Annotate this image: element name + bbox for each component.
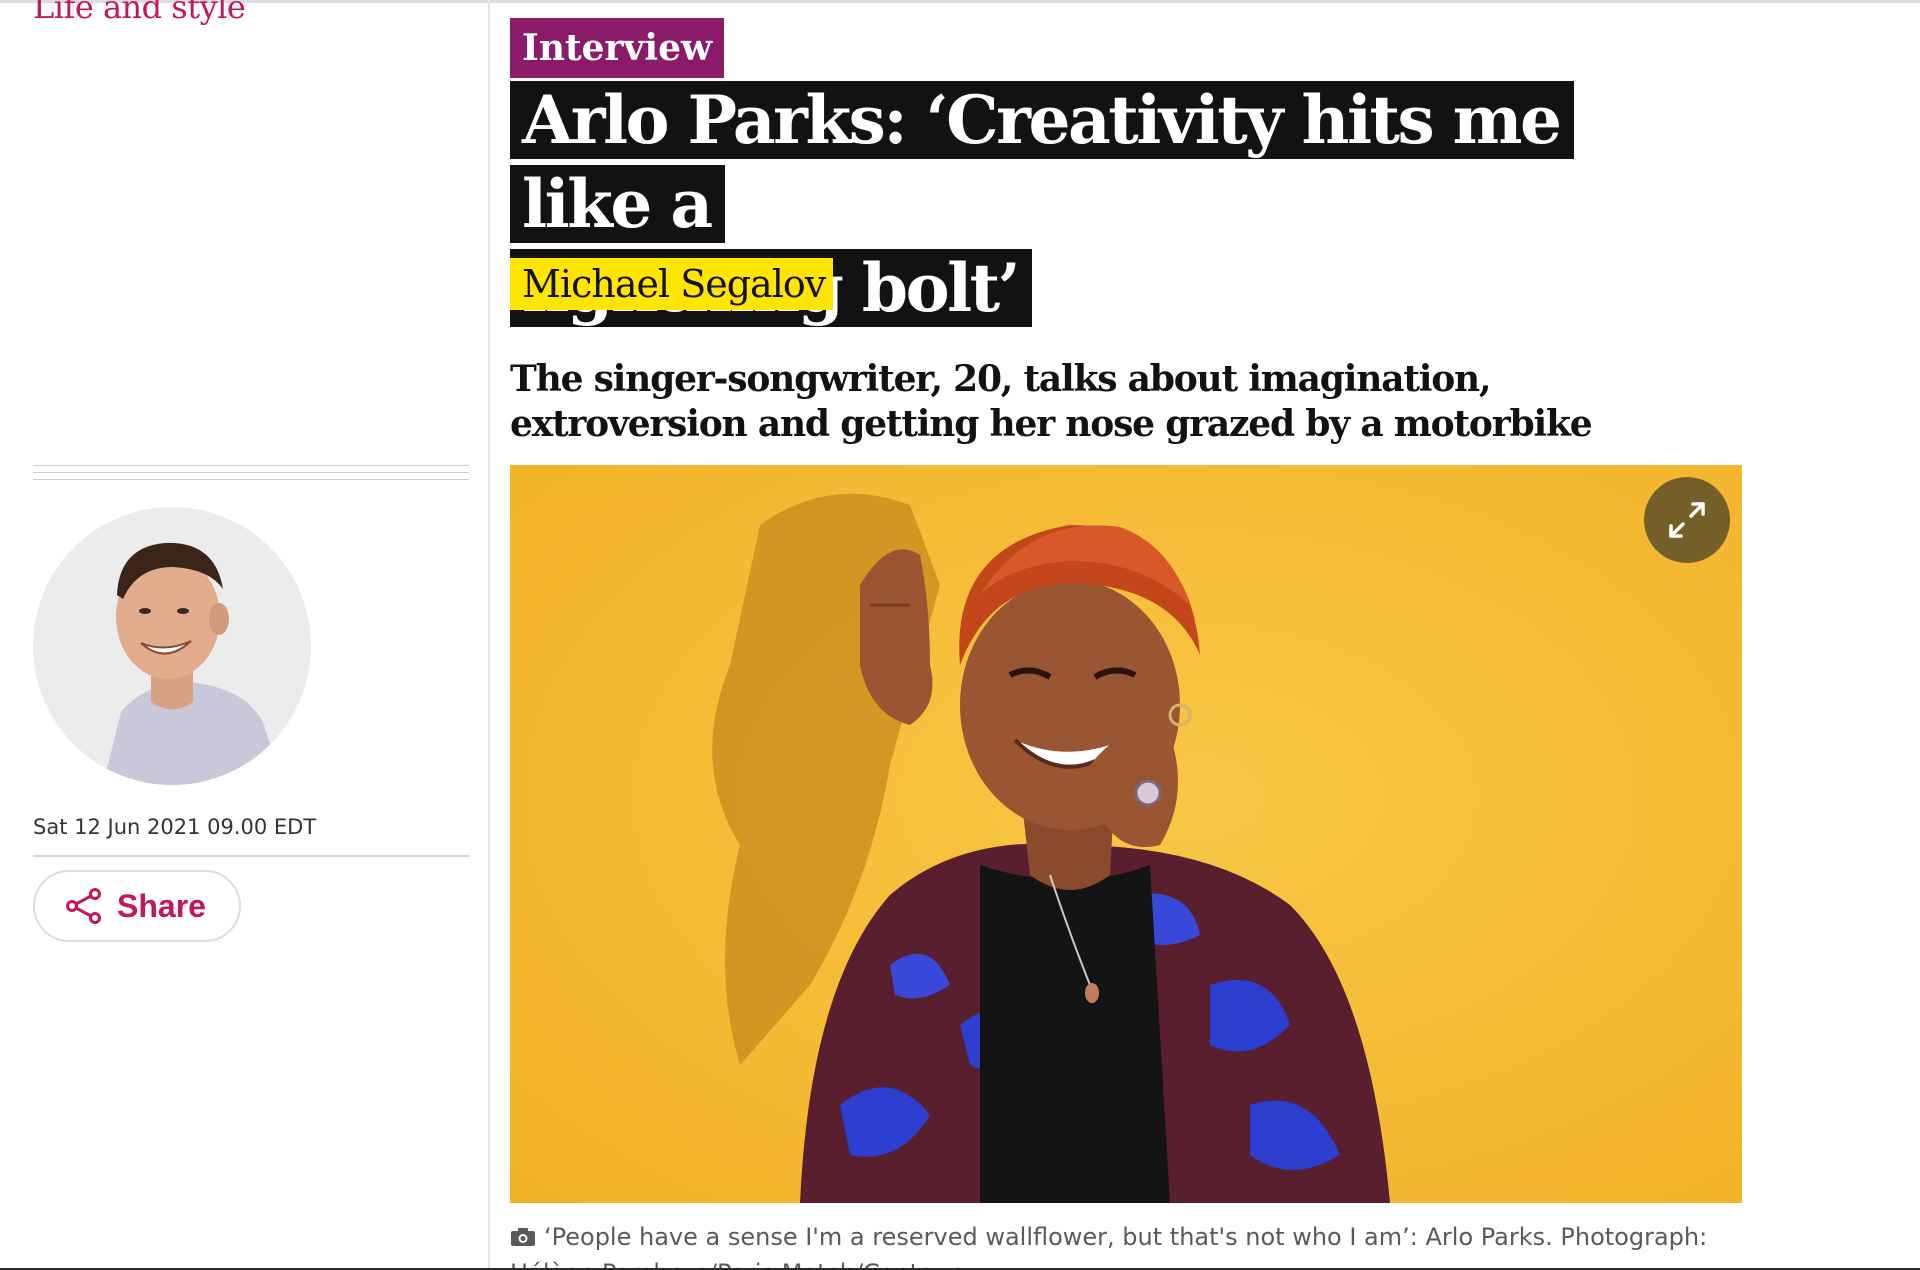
article-kicker: Interview: [510, 18, 725, 78]
author-avatar: [33, 507, 311, 785]
share-button[interactable]: Share: [33, 870, 241, 942]
standfirst-line-2: extroversion and getting her nose grazed…: [510, 403, 1593, 445]
top-border: [0, 0, 1920, 3]
column-divider: [488, 0, 490, 1270]
publication-date: Sat 12 Jun 2021 09.00 EDT: [33, 815, 317, 839]
section-link[interactable]: Life and style: [33, 0, 246, 26]
date-divider: [33, 855, 469, 857]
article-standfirst: The singer-songwriter, 20, talks about i…: [510, 357, 1610, 447]
standfirst-line-1: The singer-songwriter, 20, talks about i…: [510, 358, 1492, 400]
headline-line-1: Arlo Parks: ‘Creativity hits me like a: [510, 81, 1574, 243]
photo-caption: ‘People have a sense I'm a reserved wall…: [510, 1219, 1742, 1270]
author-byline[interactable]: Michael Segalov: [510, 258, 834, 310]
caption-text: ‘People have a sense I'm a reserved wall…: [510, 1223, 1708, 1270]
meta-divider: [33, 465, 469, 486]
share-icon: [66, 888, 101, 924]
article-page: Life and style Sat 12 Jun 2021 09.00 EDT: [0, 0, 1920, 1270]
share-label: Share: [117, 887, 206, 924]
hero-photo[interactable]: [510, 465, 1742, 1203]
camera-icon: [511, 1228, 535, 1246]
expand-icon: [1669, 502, 1705, 538]
expand-image-button[interactable]: [1644, 477, 1730, 563]
